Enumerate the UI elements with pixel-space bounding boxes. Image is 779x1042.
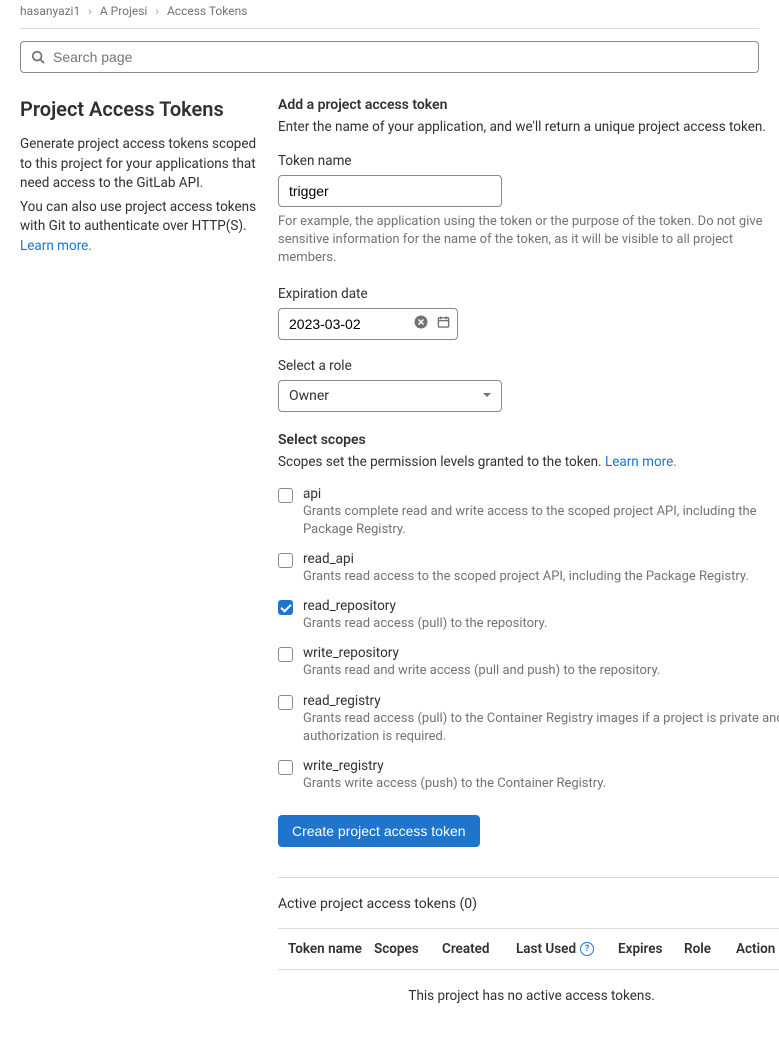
- sidebar-description: Project Access Tokens Generate project a…: [20, 97, 260, 1022]
- scope-checkbox-read_repository[interactable]: [278, 600, 293, 615]
- token-name-input[interactable]: [278, 175, 502, 207]
- tokens-table: Token name Scopes Created Last Used ? Ex…: [278, 928, 779, 970]
- scope-checkbox-write_registry[interactable]: [278, 760, 293, 775]
- token-name-label: Token name: [278, 153, 779, 169]
- scope-item-write_repository: write_repositoryGrants read and write ac…: [278, 645, 779, 680]
- scope-description: Grants read access to the scoped project…: [303, 568, 779, 586]
- section-divider: [278, 877, 779, 878]
- scope-item-read_repository: read_repositoryGrants read access (pull)…: [278, 598, 779, 633]
- scope-item-api: apiGrants complete read and write access…: [278, 486, 779, 539]
- breadcrumb-user[interactable]: hasanyazi1: [20, 4, 80, 18]
- table-header-row: Token name Scopes Created Last Used ? Ex…: [278, 929, 779, 969]
- th-token-name: Token name: [288, 941, 374, 957]
- scope-name: read_registry: [303, 693, 779, 709]
- breadcrumb: hasanyazi1 › A Projesi › Access Tokens: [20, 0, 759, 28]
- scope-checkbox-read_registry[interactable]: [278, 695, 293, 710]
- scope-name: read_repository: [303, 598, 779, 614]
- form-subheading: Enter the name of your application, and …: [278, 119, 779, 135]
- calendar-icon[interactable]: [437, 315, 450, 332]
- th-scopes: Scopes: [374, 941, 442, 957]
- sidebar-text-2: You can also use project access tokens w…: [20, 198, 260, 257]
- scope-description: Grants read access (pull) to the Contain…: [303, 710, 779, 746]
- scope-description: Grants write access (push) to the Contai…: [303, 775, 779, 793]
- create-token-button[interactable]: Create project access token: [278, 815, 480, 847]
- scope-name: write_repository: [303, 645, 779, 661]
- chevron-right-icon: ›: [88, 4, 92, 18]
- search-icon: [31, 50, 45, 64]
- form-heading: Add a project access token: [278, 97, 779, 113]
- token-name-help: For example, the application using the t…: [278, 213, 779, 268]
- scopes-label: Select scopes: [278, 432, 779, 448]
- scope-item-read_api: read_apiGrants read access to the scoped…: [278, 551, 779, 586]
- scope-item-read_registry: read_registryGrants read access (pull) t…: [278, 693, 779, 746]
- expiration-date-input[interactable]: [278, 308, 458, 340]
- scope-description: Grants complete read and write access to…: [303, 503, 779, 539]
- scopes-learn-more-link[interactable]: Learn more.: [605, 454, 677, 470]
- scope-name: read_api: [303, 551, 779, 567]
- scope-checkbox-write_repository[interactable]: [278, 647, 293, 662]
- breadcrumb-current[interactable]: Access Tokens: [167, 4, 247, 18]
- clear-icon[interactable]: [414, 315, 428, 333]
- scope-name: api: [303, 486, 779, 502]
- role-select[interactable]: Owner: [278, 380, 502, 412]
- scope-name: write_registry: [303, 758, 779, 774]
- empty-state-text: This project has no active access tokens…: [278, 970, 779, 1022]
- sidebar-text-1: Generate project access tokens scoped to…: [20, 135, 260, 194]
- main-content: Add a project access token Enter the nam…: [278, 97, 779, 1022]
- role-label: Select a role: [278, 358, 779, 374]
- search-container[interactable]: [20, 41, 759, 73]
- learn-more-link[interactable]: Learn more.: [20, 238, 92, 254]
- scope-item-write_registry: write_registryGrants write access (push)…: [278, 758, 779, 793]
- chevron-right-icon: ›: [155, 4, 159, 18]
- page-title: Project Access Tokens: [20, 97, 260, 121]
- scope-description: Grants read access (pull) to the reposit…: [303, 615, 779, 633]
- th-role: Role: [684, 941, 736, 957]
- scopes-help: Scopes set the permission levels granted…: [278, 454, 779, 470]
- th-last-used: Last Used ?: [516, 941, 618, 957]
- active-tokens-title: Active project access tokens (0): [278, 896, 779, 912]
- scope-checkbox-api[interactable]: [278, 488, 293, 503]
- th-expires: Expires: [618, 941, 684, 957]
- search-input[interactable]: [53, 49, 748, 65]
- scope-description: Grants read and write access (pull and p…: [303, 662, 779, 680]
- info-icon[interactable]: ?: [580, 942, 594, 956]
- th-action: Action: [736, 941, 775, 957]
- role-value: Owner: [289, 388, 329, 404]
- scope-checkbox-read_api[interactable]: [278, 553, 293, 568]
- expiration-date-label: Expiration date: [278, 286, 779, 302]
- th-created: Created: [442, 941, 516, 957]
- breadcrumb-project[interactable]: A Projesi: [100, 4, 148, 18]
